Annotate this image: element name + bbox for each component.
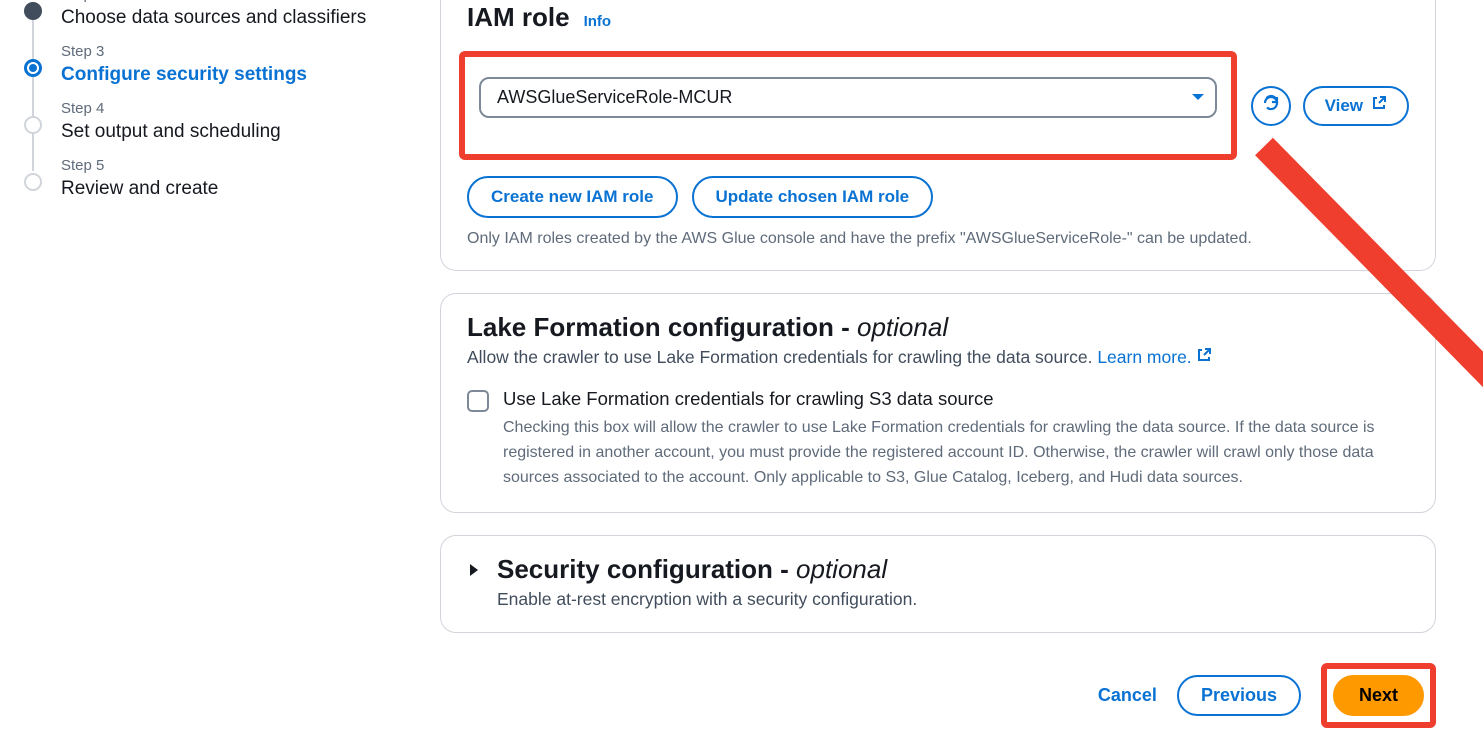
step-label: Step 3 — [61, 43, 307, 60]
lake-title-text: Lake Formation configuration - — [467, 312, 857, 342]
annotation-highlight-next: Next — [1321, 663, 1436, 728]
main-content: IAM role Info View — [440, 0, 1460, 748]
step-marker-pending-icon — [24, 173, 42, 191]
expand-toggle[interactable] — [467, 562, 481, 583]
refresh-button[interactable] — [1251, 86, 1291, 126]
step-marker-pending-icon — [24, 116, 42, 134]
iam-role-panel: IAM role Info View — [440, 0, 1436, 271]
step-label: Step 4 — [61, 100, 281, 117]
step-title: Choose data sources and classifiers — [61, 7, 366, 29]
iam-role-select-wrap[interactable] — [479, 77, 1217, 118]
wizard-step-5[interactable]: Step 5 Review and create — [24, 171, 416, 228]
lake-formation-checkbox[interactable] — [467, 390, 489, 412]
learn-more-label: Learn more. — [1097, 347, 1191, 368]
info-link[interactable]: Info — [584, 13, 612, 30]
external-link-icon — [1196, 347, 1212, 368]
cancel-button[interactable]: Cancel — [1098, 685, 1157, 706]
step-marker-active-icon — [24, 59, 42, 77]
caret-right-icon — [467, 562, 481, 578]
annotation-highlight-box — [459, 51, 1237, 160]
iam-panel-title: IAM role — [467, 2, 570, 33]
previous-button[interactable]: Previous — [1177, 675, 1301, 716]
update-iam-role-button[interactable]: Update chosen IAM role — [692, 176, 934, 218]
optional-label: optional — [796, 554, 887, 584]
lake-panel-subtitle: Allow the crawler to use Lake Formation … — [467, 347, 1409, 368]
lake-formation-panel: Lake Formation configuration - optional … — [440, 293, 1436, 513]
refresh-icon — [1262, 94, 1280, 117]
external-link-icon — [1371, 95, 1387, 116]
lake-panel-title: Lake Formation configuration - optional — [467, 312, 1409, 343]
lake-checkbox-label: Use Lake Formation credentials for crawl… — [503, 388, 1409, 410]
view-role-button[interactable]: View — [1303, 86, 1409, 126]
security-panel-title: Security configuration - optional — [497, 554, 917, 585]
step-label: Step 5 — [61, 157, 218, 174]
step-label: Step 2 — [61, 0, 366, 3]
step-title: Configure security settings — [61, 64, 307, 86]
step-title: Review and create — [61, 178, 218, 200]
lake-subtitle-text: Allow the crawler to use Lake Formation … — [467, 347, 1097, 367]
security-panel-subtitle: Enable at-rest encryption with a securit… — [497, 589, 917, 610]
wizard-steps-sidebar: Step 2 Choose data sources and classifie… — [0, 0, 440, 748]
security-config-panel: Security configuration - optional Enable… — [440, 535, 1436, 633]
next-button[interactable]: Next — [1333, 675, 1424, 716]
view-button-label: View — [1325, 96, 1363, 116]
step-title: Set output and scheduling — [61, 121, 281, 143]
optional-label: optional — [857, 312, 948, 342]
step-marker-done-icon — [24, 2, 42, 20]
wizard-footer: Cancel Previous Next — [440, 655, 1436, 748]
learn-more-link[interactable]: Learn more. — [1097, 347, 1211, 368]
security-title-text: Security configuration - — [497, 554, 796, 584]
iam-role-select[interactable] — [479, 77, 1217, 118]
lake-checkbox-hint: Checking this box will allow the crawler… — [503, 416, 1409, 490]
iam-role-hint: Only IAM roles created by the AWS Glue c… — [467, 230, 1409, 248]
create-iam-role-button[interactable]: Create new IAM role — [467, 176, 678, 218]
